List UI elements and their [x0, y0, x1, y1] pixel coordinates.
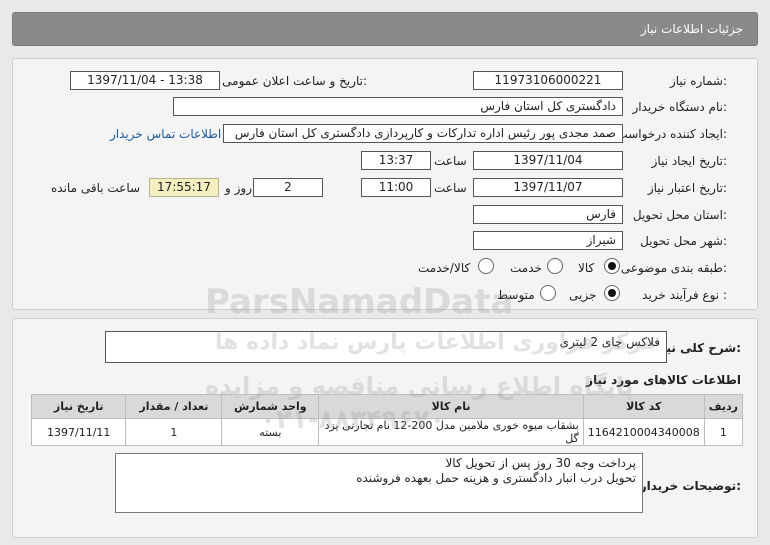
- validity-date-field: 1397/11/07: [473, 178, 623, 197]
- created-label: تاریخ ایجاد نیاز:: [651, 154, 727, 168]
- category-goods-label: کالا: [578, 261, 595, 275]
- items-table: تاریخ نیاز تعداد / مقدار واحد شمارش نام …: [30, 394, 744, 446]
- days-field: 2: [253, 178, 323, 197]
- cell-qty: 1: [125, 418, 223, 446]
- city-label: شهر محل تحویل:: [640, 234, 727, 248]
- created-date-field: 1397/11/04: [473, 151, 623, 170]
- summary-field: فلاکس چای 2 لیتری: [105, 331, 667, 363]
- notes-line-1: پرداخت وجه 30 روز پس از تحویل کالا: [445, 456, 636, 470]
- table-row[interactable]: 1397/11/11 1 بسته بشقاب میوه خوری ملامین…: [30, 418, 744, 446]
- need-number-field: 11973106000221: [473, 71, 623, 90]
- purchase-minor-radio[interactable]: [604, 285, 620, 301]
- category-both-radio[interactable]: [478, 258, 494, 274]
- category-label: طبقه بندی موضوعی:: [620, 261, 727, 275]
- province-label: استان محل تحویل:: [632, 208, 727, 222]
- days-label: روز و: [225, 181, 252, 195]
- validity-time-label: ساعت: [434, 181, 467, 195]
- requester-field: صمد مجدی پور رئیس اداره تدارکات و کارپرد…: [223, 124, 623, 143]
- province-field: فارس: [473, 205, 623, 224]
- col-name: نام کالا: [318, 394, 584, 419]
- col-row: ردیف: [703, 394, 744, 419]
- remaining-label: ساعت باقی مانده: [51, 181, 141, 195]
- col-qty: تعداد / مقدار: [125, 394, 223, 419]
- notes-label: توضیحات خریدار:: [639, 479, 741, 493]
- summary-label: شرح کلی نیاز:: [655, 341, 741, 355]
- requester-label: ایجاد کننده درخواست:: [616, 127, 727, 141]
- items-title: اطلاعات کالاهای مورد نیاز: [586, 373, 741, 387]
- need-number-label: شماره نیاز:: [669, 74, 727, 88]
- validity-time-field: 11:00: [361, 178, 431, 197]
- category-service-label: خدمت: [510, 261, 542, 275]
- col-date: تاریخ نیاز: [30, 394, 127, 419]
- cell-date: 1397/11/11: [30, 418, 127, 446]
- purchase-minor-label: جزیی: [569, 288, 597, 302]
- announce-label: تاریخ و ساعت اعلان عمومی:: [222, 74, 367, 88]
- validity-label: تاریخ اعتبار نیاز:: [647, 181, 727, 195]
- category-service-radio[interactable]: [547, 258, 563, 274]
- notes-line-2: تحویل درب انبار دادگستری و هزینه حمل بعه…: [356, 471, 636, 485]
- cell-unit: بسته: [221, 418, 320, 446]
- purchase-medium-label: متوسط: [497, 288, 535, 302]
- cell-code: 1164210004340008: [582, 418, 705, 446]
- contact-buyer-link[interactable]: اطلاعات تماس خریدار: [110, 127, 221, 141]
- category-both-label: کالا/خدمت: [418, 261, 471, 275]
- announce-field: 1397/11/04 - 13:38: [70, 71, 220, 90]
- buyer-org-label: نام دستگاه خریدار:: [632, 100, 728, 114]
- created-time-label: ساعت: [434, 154, 467, 168]
- created-time-field: 13:37: [361, 151, 431, 170]
- page-title: جزئیات اطلاعات نیاز: [640, 22, 743, 36]
- purchase-medium-radio[interactable]: [540, 285, 556, 301]
- remaining-time-field: 17:55:17: [149, 178, 219, 197]
- items-panel: شرح کلی نیاز: فلاکس چای 2 لیتری اطلاعات …: [12, 318, 758, 538]
- notes-field: پرداخت وجه 30 روز پس از تحویل کالا تحویل…: [115, 453, 643, 513]
- items-header-row: تاریخ نیاز تعداد / مقدار واحد شمارش نام …: [30, 394, 744, 419]
- cell-row: 1: [703, 418, 744, 446]
- need-info-panel: شماره نیاز: 11973106000221 تاریخ و ساعت …: [12, 58, 758, 310]
- purchase-type-label: نوع فرآیند خرید :: [642, 288, 727, 302]
- col-code: کد کالا: [582, 394, 705, 419]
- category-goods-radio[interactable]: [604, 258, 620, 274]
- page-header: جزئیات اطلاعات نیاز: [12, 12, 758, 46]
- city-field: شیراز: [473, 231, 623, 250]
- col-unit: واحد شمارش: [221, 394, 320, 419]
- buyer-org-field: دادگستری کل استان فارس: [173, 97, 623, 116]
- cell-name: بشقاب میوه خوری ملامین مدل 200-12 نام تج…: [318, 418, 584, 446]
